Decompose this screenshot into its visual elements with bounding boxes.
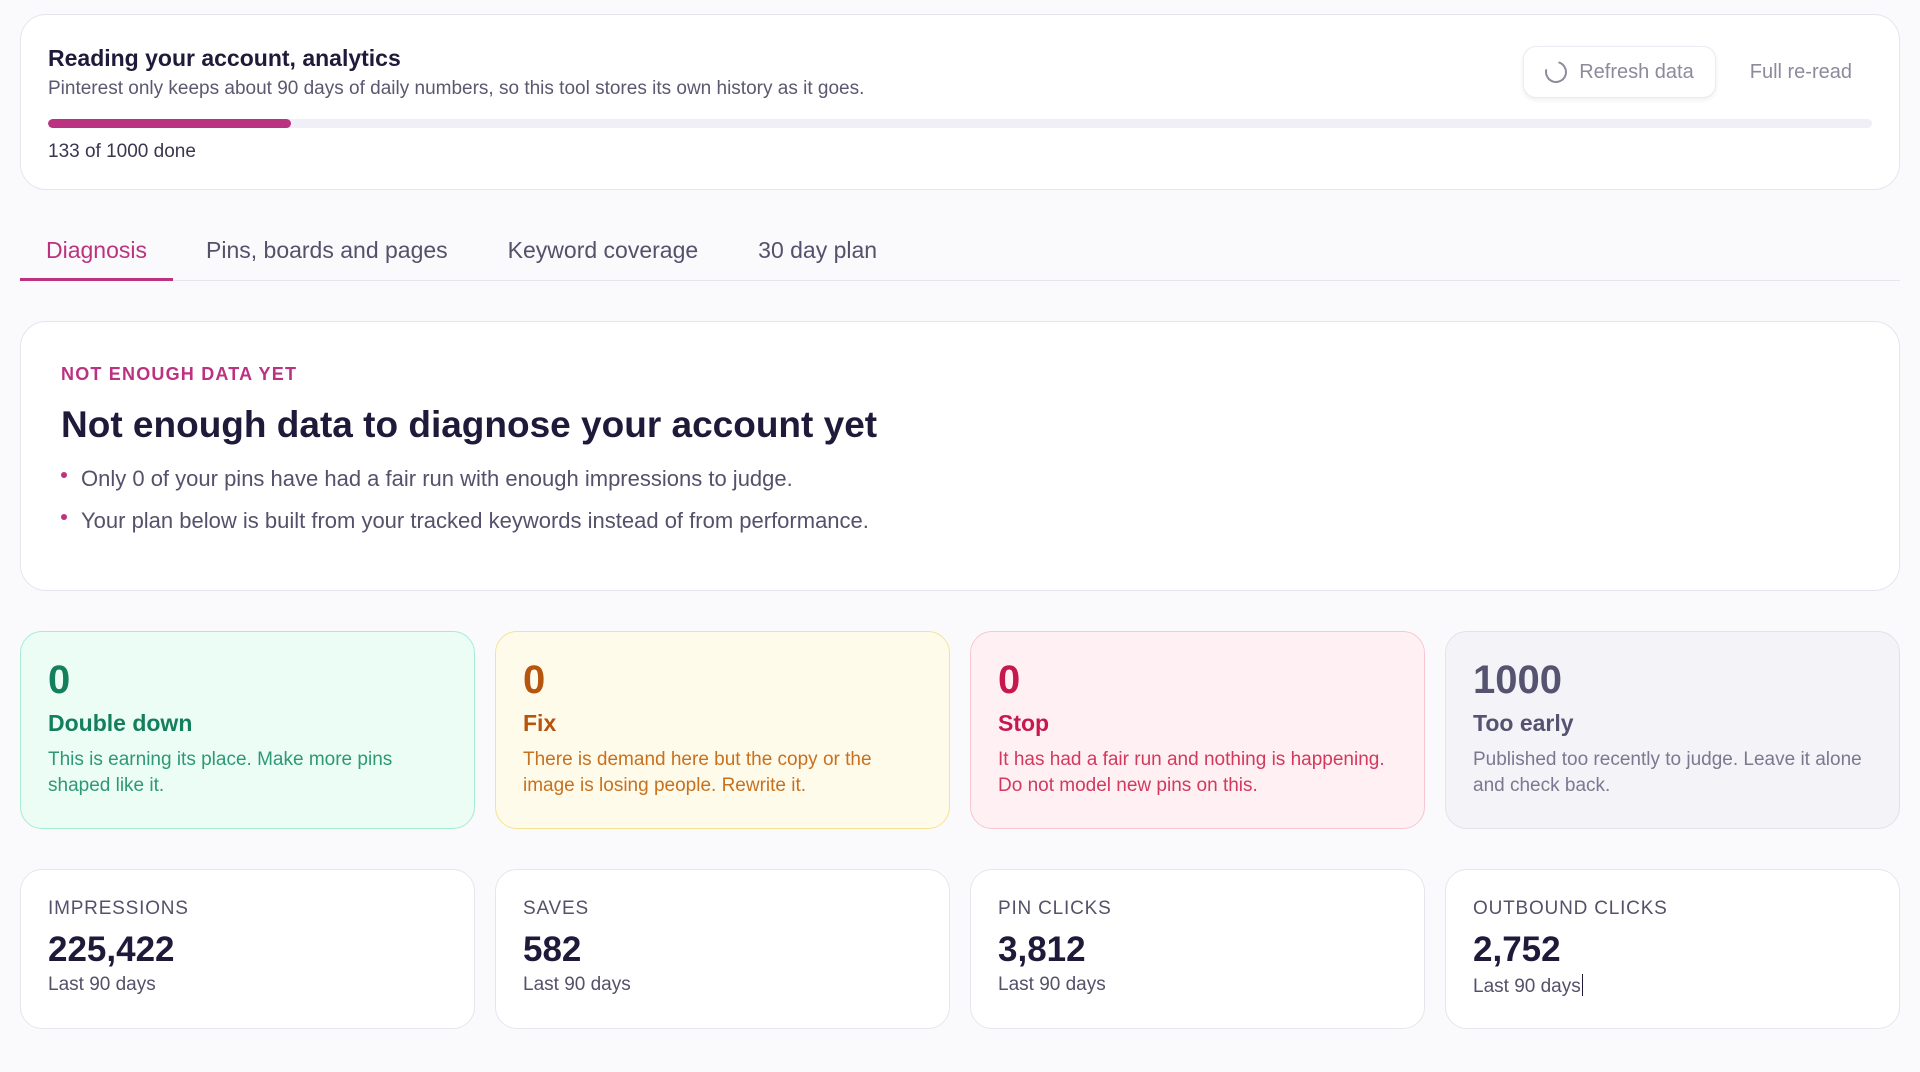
bucket-fix[interactable]: 0 Fix There is demand here but the copy … xyxy=(495,631,950,829)
metric-card-outbound-clicks: OUTBOUND CLICKS 2,752 Last 90 days xyxy=(1445,869,1900,1029)
bucket-description: It has had a fair run and nothing is hap… xyxy=(998,749,1385,797)
text-cursor xyxy=(1581,974,1584,996)
refresh-data-button[interactable]: Refresh data xyxy=(1523,46,1716,98)
metric-card-impressions: IMPRESSIONS 225,422 Last 90 days xyxy=(20,869,475,1029)
bucket-description: This is earning its place. Make more pin… xyxy=(48,749,393,797)
metric-value: 3,812 xyxy=(998,930,1086,969)
tab-diagnosis[interactable]: Diagnosis xyxy=(20,225,173,281)
metric-value: 225,422 xyxy=(48,930,175,969)
bucket-count: 0 xyxy=(48,658,71,702)
tab-pins-boards-pages[interactable]: Pins, boards and pages xyxy=(173,225,478,281)
metric-period: Last 90 days xyxy=(998,974,1106,995)
metric-label: IMPRESSIONS xyxy=(48,898,189,919)
spinner-icon xyxy=(1541,56,1572,88)
metric-card-pin-clicks: PIN CLICKS 3,812 Last 90 days xyxy=(970,869,1425,1029)
bucket-row: 0 Double down This is earning its place.… xyxy=(20,631,1900,829)
tab-keyword-coverage[interactable]: Keyword coverage xyxy=(478,225,729,281)
diagnosis-point: Your plan below is built from your track… xyxy=(61,508,1859,534)
metric-period: Last 90 days xyxy=(523,974,631,995)
progress-bar xyxy=(48,119,1872,128)
metric-period-text: Last 90 days xyxy=(1473,976,1581,997)
bucket-stop[interactable]: 0 Stop It has had a fair run and nothing… xyxy=(970,631,1425,829)
bucket-description: There is demand here but the copy or the… xyxy=(523,749,872,797)
refresh-data-label: Refresh data xyxy=(1579,60,1694,83)
metric-label: PIN CLICKS xyxy=(998,898,1112,919)
metric-period-with-cursor: Last 90 days xyxy=(1473,974,1872,998)
full-reread-button[interactable]: Full re-read xyxy=(1750,61,1872,84)
metric-period: Last 90 days xyxy=(48,974,156,995)
diagnosis-eyebrow: NOT ENOUGH DATA YET xyxy=(61,364,298,384)
page: Reading your account, analytics Pinteres… xyxy=(0,0,1920,1072)
bucket-double-down[interactable]: 0 Double down This is earning its place.… xyxy=(20,631,475,829)
sync-actions: Refresh data Full re-read xyxy=(1523,46,1872,98)
tab-bar: Diagnosis Pins, boards and pages Keyword… xyxy=(20,225,1900,281)
metric-row: IMPRESSIONS 225,422 Last 90 days SAVES 5… xyxy=(20,869,1900,1029)
bucket-name: Too early xyxy=(1473,710,1574,736)
metric-label: SAVES xyxy=(523,898,589,919)
diagnosis-point: Only 0 of your pins have had a fair run … xyxy=(61,466,1859,492)
tab-30-day-plan[interactable]: 30 day plan xyxy=(728,225,903,281)
bucket-count: 0 xyxy=(523,658,546,702)
diagnosis-title: Not enough data to diagnose your account… xyxy=(61,404,878,445)
bucket-too-early[interactable]: 1000 Too early Published too recently to… xyxy=(1445,631,1900,829)
bucket-count: 0 xyxy=(998,658,1021,702)
bucket-name: Double down xyxy=(48,710,193,736)
bucket-name: Stop xyxy=(998,710,1050,736)
metric-value: 582 xyxy=(523,930,582,969)
metric-value: 2,752 xyxy=(1473,930,1561,969)
bucket-description: Published too recently to judge. Leave i… xyxy=(1473,749,1862,797)
metric-label: OUTBOUND CLICKS xyxy=(1473,898,1668,919)
bucket-count: 1000 xyxy=(1473,658,1562,702)
diagnosis-card: NOT ENOUGH DATA YET Not enough data to d… xyxy=(20,321,1900,591)
diagnosis-points: Only 0 of your pins have had a fair run … xyxy=(61,466,1859,534)
metric-card-saves: SAVES 582 Last 90 days xyxy=(495,869,950,1029)
progress-bar-fill xyxy=(48,119,291,128)
progress-count: 133 of 1000 done xyxy=(48,141,196,162)
sync-progress-card: Reading your account, analytics Pinteres… xyxy=(20,14,1900,190)
bucket-name: Fix xyxy=(523,710,557,736)
